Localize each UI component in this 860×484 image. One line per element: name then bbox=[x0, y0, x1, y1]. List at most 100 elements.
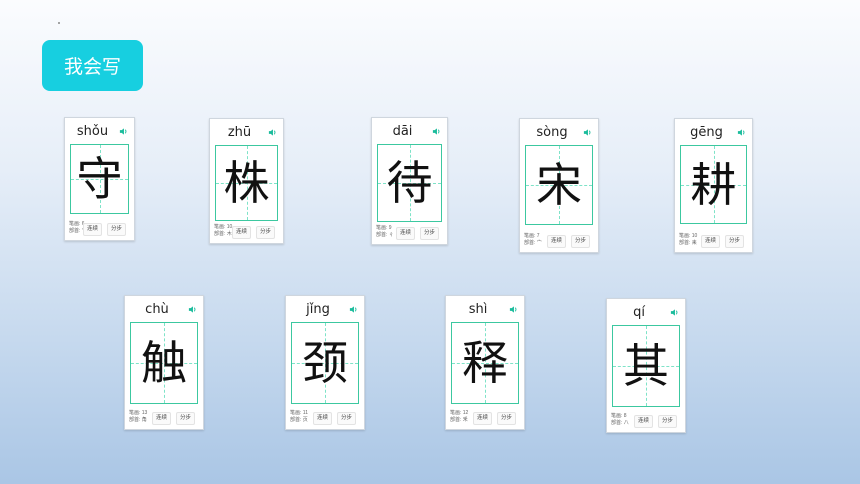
tianzige-writing-grid: 其 bbox=[612, 325, 680, 407]
tianzige-writing-grid: 宋 bbox=[525, 145, 593, 225]
stroke-radical-info: 笔画: 10 部首: 木 bbox=[214, 224, 232, 238]
radical-value: 八 bbox=[623, 420, 629, 426]
strokes-label: 笔画: bbox=[524, 233, 536, 239]
pinyin-label: chù bbox=[145, 302, 169, 317]
step-by-step-button[interactable]: 分步 bbox=[175, 412, 195, 425]
character-card: sòng 宋 笔画: 7 部首: 宀 连续 分步 bbox=[519, 118, 599, 253]
tianzige-writing-grid: 颈 bbox=[291, 322, 359, 404]
speaker-icon[interactable] bbox=[670, 308, 679, 317]
radical-label: 部首: bbox=[679, 240, 691, 246]
strokes-count: 10 bbox=[691, 233, 698, 239]
continuous-play-button[interactable]: 连续 bbox=[312, 412, 332, 425]
step-by-step-button[interactable]: 分步 bbox=[336, 412, 356, 425]
tianzige-writing-grid: 株 bbox=[215, 145, 278, 221]
speaker-icon[interactable] bbox=[509, 305, 518, 314]
stroke-radical-info: 笔画: 8 部首: 八 bbox=[611, 413, 629, 427]
radical-label: 部首: bbox=[450, 417, 462, 423]
card-footer: 笔画: 7 部首: 宀 连续 分步 bbox=[524, 233, 594, 249]
strokes-label: 笔画: bbox=[214, 224, 226, 230]
card-header: qí bbox=[607, 299, 685, 325]
continuous-play-button[interactable]: 连续 bbox=[151, 412, 171, 425]
title-badge-wohuixie: 我会写 bbox=[42, 40, 143, 91]
step-by-step-button[interactable]: 分步 bbox=[255, 226, 275, 239]
hanzi-character: 待 bbox=[386, 156, 433, 210]
step-by-step-button[interactable]: 分步 bbox=[570, 235, 590, 248]
hanzi-character: 株 bbox=[223, 156, 270, 210]
radical-value: 角 bbox=[141, 417, 147, 423]
radical-label: 部首: bbox=[290, 417, 302, 423]
strokes-label: 笔画: bbox=[69, 221, 81, 227]
tianzige-writing-grid: 触 bbox=[130, 322, 198, 404]
continuous-play-button[interactable]: 连续 bbox=[633, 415, 653, 428]
hanzi-character: 触 bbox=[141, 336, 187, 390]
strokes-count: 9 bbox=[388, 225, 392, 231]
stroke-radical-info: 笔画: 9 部首: 彳 bbox=[376, 225, 394, 239]
strokes-count: 12 bbox=[462, 410, 469, 416]
radical-value: 宀 bbox=[536, 240, 542, 246]
hanzi-character: 颈 bbox=[302, 336, 348, 390]
strokes-count: 8 bbox=[623, 413, 627, 419]
radical-value: 彳 bbox=[388, 232, 394, 238]
card-header: zhū bbox=[210, 119, 283, 145]
speaker-icon[interactable] bbox=[737, 128, 746, 137]
speaker-icon[interactable] bbox=[583, 128, 592, 137]
card-header: shì bbox=[446, 296, 524, 322]
card-footer: 笔画: 8 部首: 八 连续 分步 bbox=[611, 413, 681, 429]
stroke-radical-info: 笔画: 12 部首: 釆 bbox=[450, 410, 468, 424]
pinyin-label: sòng bbox=[536, 125, 568, 140]
card-header: sòng bbox=[520, 119, 598, 145]
card-header: shǒu bbox=[65, 118, 134, 144]
continuous-play-button[interactable]: 连续 bbox=[82, 223, 102, 236]
radical-value: 釆 bbox=[462, 417, 468, 423]
continuous-play-button[interactable]: 连续 bbox=[395, 227, 415, 240]
strokes-label: 笔画: bbox=[611, 413, 623, 419]
step-by-step-button[interactable]: 分步 bbox=[419, 227, 439, 240]
hanzi-character: 耕 bbox=[690, 157, 737, 212]
continuous-play-button[interactable]: 连续 bbox=[472, 412, 492, 425]
tianzige-writing-grid: 耕 bbox=[680, 145, 747, 224]
hanzi-character: 守 bbox=[76, 152, 123, 206]
radical-value: 页 bbox=[302, 417, 308, 423]
card-header: dāi bbox=[372, 118, 447, 144]
character-card: zhū 株 笔画: 10 部首: 木 连续 分步 bbox=[209, 118, 284, 244]
stroke-radical-info: 笔画: 7 部首: 宀 bbox=[524, 233, 542, 247]
pinyin-label: shì bbox=[468, 302, 488, 317]
speaker-icon[interactable] bbox=[188, 305, 197, 314]
speaker-icon[interactable] bbox=[349, 305, 358, 314]
strokes-count: 11 bbox=[302, 410, 308, 416]
step-by-step-button[interactable]: 分步 bbox=[106, 223, 126, 236]
decorative-dot bbox=[58, 22, 60, 24]
radical-label: 部首: bbox=[214, 231, 226, 237]
strokes-count: 7 bbox=[536, 233, 540, 239]
character-card: shǒu 守 笔画: 6 部首: 宀 连续 分步 bbox=[64, 117, 135, 241]
step-by-step-button[interactable]: 分步 bbox=[496, 412, 516, 425]
radical-label: 部首: bbox=[524, 240, 536, 246]
radical-label: 部首: bbox=[376, 232, 388, 238]
radical-label: 部首: bbox=[611, 420, 623, 426]
radical-label: 部首: bbox=[69, 228, 81, 234]
card-footer: 笔画: 10 部首: 木 连续 分步 bbox=[214, 224, 279, 240]
card-header: gēng bbox=[675, 119, 752, 145]
strokes-count: 13 bbox=[141, 410, 148, 416]
tianzige-writing-grid: 待 bbox=[377, 144, 442, 222]
hanzi-character: 释 bbox=[462, 336, 508, 390]
hanzi-character: 其 bbox=[623, 339, 669, 393]
step-by-step-button[interactable]: 分步 bbox=[724, 235, 744, 248]
card-footer: 笔画: 12 部首: 釆 连续 分步 bbox=[450, 410, 520, 426]
continuous-play-button[interactable]: 连续 bbox=[231, 226, 251, 239]
speaker-icon[interactable] bbox=[268, 128, 277, 137]
radical-value: 耒 bbox=[691, 240, 697, 246]
continuous-play-button[interactable]: 连续 bbox=[546, 235, 566, 248]
speaker-icon[interactable] bbox=[119, 127, 128, 136]
radical-label: 部首: bbox=[129, 417, 141, 423]
hanzi-character: 宋 bbox=[536, 158, 582, 212]
speaker-icon[interactable] bbox=[432, 127, 441, 136]
card-header: chù bbox=[125, 296, 203, 322]
card-footer: 笔画: 11 部首: 页 连续 分步 bbox=[290, 410, 360, 426]
step-by-step-button[interactable]: 分步 bbox=[657, 415, 677, 428]
character-card: jǐng 颈 笔画: 11 部首: 页 连续 分步 bbox=[285, 295, 365, 430]
stroke-radical-info: 笔画: 13 部首: 角 bbox=[129, 410, 147, 424]
continuous-play-button[interactable]: 连续 bbox=[700, 235, 720, 248]
card-footer: 笔画: 10 部首: 耒 连续 分步 bbox=[679, 233, 748, 249]
pinyin-label: shǒu bbox=[76, 124, 109, 139]
